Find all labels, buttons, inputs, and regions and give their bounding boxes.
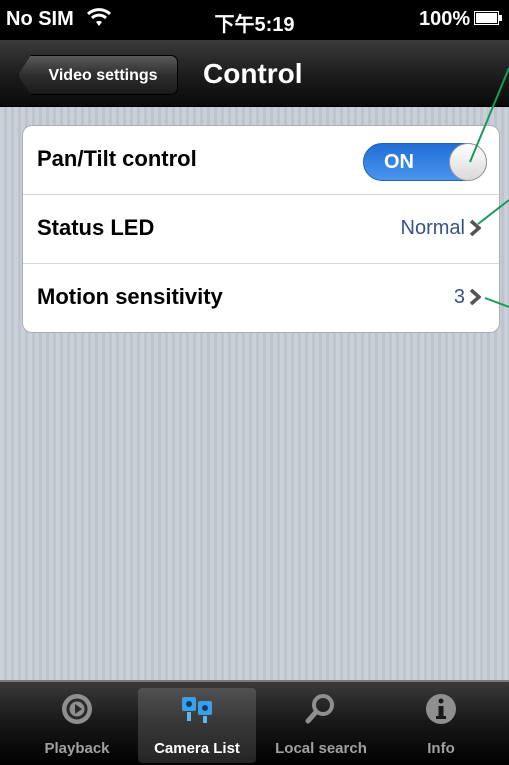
- toggle-on-text: ON: [384, 151, 414, 173]
- motion-sensitivity-value: 3: [453, 286, 465, 308]
- toggle-knob: [449, 143, 487, 181]
- pan-tilt-label: Pan/Tilt control: [37, 146, 197, 171]
- battery-icon: [474, 11, 502, 25]
- status-led-value: Normal: [400, 217, 465, 239]
- motion-sensitivity-row[interactable]: Motion sensitivity 3: [23, 263, 499, 332]
- tab-playback[interactable]: Playback: [18, 688, 136, 763]
- motion-sensitivity-label: Motion sensitivity: [37, 284, 223, 309]
- camera-list-icon: [182, 697, 212, 723]
- status-bar: No SIM 下午5:19 100%: [0, 0, 509, 40]
- tab-playback-label: Playback: [44, 740, 110, 757]
- pan-tilt-toggle[interactable]: ON: [363, 143, 487, 181]
- tab-bar: Playback Camera List Local search Info: [0, 680, 509, 765]
- tab-info[interactable]: Info: [382, 688, 500, 763]
- chevron-right-icon: [469, 219, 481, 237]
- page-title: Control: [203, 58, 303, 89]
- tab-camera-list[interactable]: Camera List: [138, 688, 256, 763]
- tab-info-label: Info: [427, 740, 455, 757]
- settings-content: Pan/Tilt control ON Status LED Normal Mo…: [0, 107, 509, 687]
- back-button[interactable]: Video settings: [18, 55, 178, 95]
- info-icon: [426, 694, 456, 724]
- settings-group: Pan/Tilt control ON Status LED Normal Mo…: [22, 125, 500, 333]
- status-led-row[interactable]: Status LED Normal: [23, 194, 499, 263]
- back-button-label: Video settings: [48, 67, 158, 84]
- status-led-label: Status LED: [37, 215, 155, 240]
- tab-local-search[interactable]: Local search: [262, 688, 380, 763]
- search-icon: [305, 694, 334, 724]
- navigation-bar: Video settings Control: [0, 40, 509, 107]
- chevron-right-icon: [469, 288, 481, 306]
- playback-icon: [62, 694, 92, 724]
- tab-camera-list-label: Camera List: [154, 740, 240, 757]
- tab-local-search-label: Local search: [275, 740, 367, 757]
- pan-tilt-row: Pan/Tilt control ON: [23, 126, 499, 194]
- battery-percent: 100%: [419, 8, 471, 30]
